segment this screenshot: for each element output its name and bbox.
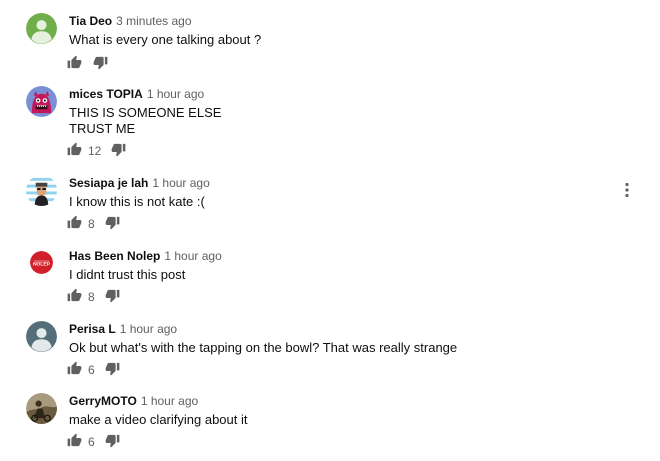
comment-text-line: I didnt trust this post	[69, 267, 186, 282]
author-name[interactable]: Perisa L	[69, 322, 116, 336]
comment-text-line: Ok but what's with the tapping on the bo…	[69, 340, 458, 355]
comment-header: Perisa L 1 hour ago	[69, 321, 177, 337]
dislike-button[interactable]	[105, 433, 121, 449]
like-count: 6	[88, 435, 95, 449]
thumb-down-icon	[105, 215, 121, 230]
avatar[interactable]	[26, 175, 57, 206]
dislike-button[interactable]	[105, 361, 121, 377]
comment-text-line: What is every one talking about ?	[69, 32, 262, 47]
like-button[interactable]	[67, 361, 83, 377]
like-button[interactable]	[67, 433, 83, 449]
like-count: 8	[88, 290, 95, 304]
comment-timestamp[interactable]: 1 hour ago	[147, 87, 204, 101]
comment-timestamp[interactable]: 3 minutes ago	[116, 14, 191, 28]
avatar[interactable]	[26, 13, 57, 44]
comment-text-line: THIS IS SOMEONE ELSE	[69, 105, 222, 120]
avatar[interactable]	[26, 393, 57, 424]
like-button[interactable]	[67, 215, 83, 231]
comment-text-line: make a video clarifying about it	[69, 412, 248, 427]
like-count: 6	[88, 363, 95, 377]
comment-timestamp[interactable]: 1 hour ago	[164, 249, 221, 263]
thumb-down-icon	[105, 433, 121, 448]
thumb-up-icon	[67, 288, 83, 303]
comment-header: Has Been Nolep 1 hour ago	[69, 248, 222, 264]
comment-header: Sesiapa je lah 1 hour ago	[69, 175, 210, 191]
avatar[interactable]	[26, 86, 57, 117]
like-count: 12	[88, 144, 102, 158]
thumb-up-icon	[67, 215, 83, 230]
author-name[interactable]: mices TOPIA	[69, 87, 143, 101]
like-button[interactable]	[67, 142, 83, 158]
author-name[interactable]: Tia Deo	[69, 14, 112, 28]
like-button[interactable]	[67, 288, 83, 304]
comment-text: make a video clarifying about it	[69, 412, 247, 428]
thumb-up-icon	[67, 142, 83, 157]
comment-timestamp[interactable]: 1 hour ago	[152, 176, 209, 190]
comment-timestamp[interactable]: 1 hour ago	[120, 322, 177, 336]
author-name[interactable]: Sesiapa je lah	[69, 176, 148, 190]
thumb-up-icon	[67, 433, 83, 448]
comment-header: mices TOPIA 1 hour ago	[69, 86, 204, 102]
like-button[interactable]	[67, 55, 83, 71]
author-name[interactable]: Has Been Nolep	[69, 249, 160, 263]
thumb-down-icon	[105, 288, 121, 303]
comment-text: Ok but what's with the tapping on the bo…	[69, 340, 457, 356]
more-actions-button[interactable]	[620, 181, 634, 199]
comment-text-line: TRUST ME	[69, 121, 136, 136]
comment-text-line: I know this is not kate :(	[69, 194, 205, 209]
comment-header: Tia Deo 3 minutes ago	[69, 13, 192, 29]
comment-header: GerryMOTO 1 hour ago	[69, 393, 198, 409]
thumb-up-icon	[67, 55, 83, 70]
vertical-dots-icon	[620, 182, 634, 203]
author-name[interactable]: GerryMOTO	[69, 394, 137, 408]
thumb-down-icon	[93, 55, 109, 70]
thumb-down-icon	[105, 361, 121, 376]
comment-text: I didnt trust this post	[69, 267, 185, 283]
comment-text: What is every one talking about ?	[69, 32, 261, 48]
dislike-button[interactable]	[105, 215, 121, 231]
thumb-down-icon	[111, 142, 127, 157]
comment-text: THIS IS SOMEONE ELSE TRUST ME	[69, 105, 221, 137]
dislike-button[interactable]	[105, 288, 121, 304]
avatar[interactable]: NOLEP	[30, 251, 53, 274]
avatar[interactable]	[26, 321, 57, 352]
like-count: 8	[88, 217, 95, 231]
dislike-button[interactable]	[111, 142, 127, 158]
thumb-up-icon	[67, 361, 83, 376]
comment-text: I know this is not kate :(	[69, 194, 205, 210]
avatar-text: NOLEP	[33, 261, 51, 267]
dislike-button[interactable]	[93, 55, 109, 71]
comment-timestamp[interactable]: 1 hour ago	[141, 394, 198, 408]
